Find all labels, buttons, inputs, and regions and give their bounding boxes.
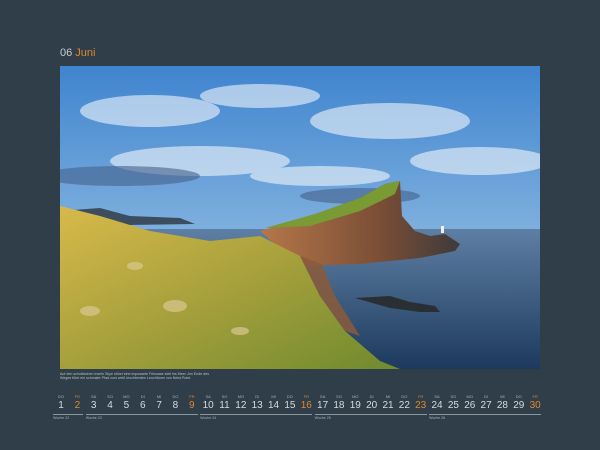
calendar-day: DI 6 — [135, 394, 151, 412]
calendar-day: SO 4 — [102, 394, 118, 412]
calendar-day: MO 19 — [347, 394, 363, 412]
calendar-day: MO 12 — [233, 394, 249, 412]
day-number: 13 — [251, 400, 263, 411]
day-number: 4 — [107, 400, 113, 411]
calendar-day: SO 25 — [445, 394, 461, 412]
week-divider — [200, 414, 313, 415]
day-number: 5 — [123, 400, 130, 411]
week-divider — [85, 414, 198, 415]
day-number: 1 — [58, 400, 64, 411]
day-number: 15 — [284, 400, 296, 411]
calendar-day: SO 11 — [217, 394, 233, 412]
photo-caption: Auf den schottischen Inseln Skye stürzt … — [60, 372, 210, 381]
calendar-day: FR 9 — [184, 394, 200, 412]
week-label: Woche 26 — [429, 416, 446, 420]
calendar-day: DI 27 — [478, 394, 494, 412]
week-label: Woche 22 — [53, 416, 70, 420]
week-divider — [429, 414, 542, 415]
day-number: 11 — [219, 400, 230, 411]
calendar-day: SA 24 — [429, 394, 445, 412]
page-header: 06 Juni — [60, 47, 95, 59]
month-name: Juni — [75, 47, 96, 59]
calendar-day: MI 28 — [494, 394, 510, 412]
day-number: 18 — [333, 400, 345, 411]
month-number: 06 — [60, 47, 73, 59]
calendar-day: MI 21 — [380, 394, 396, 412]
calendar-day: DO 1 — [53, 394, 69, 412]
day-number: 25 — [447, 400, 459, 411]
calendar-day: MO 26 — [462, 394, 478, 412]
calendar-day: MI 7 — [151, 394, 167, 412]
week-divider — [53, 414, 84, 415]
calendar-day: DO 29 — [511, 394, 527, 412]
calendar-day: DI 13 — [249, 394, 265, 412]
day-number: 23 — [415, 400, 427, 411]
day-number: 19 — [349, 400, 361, 411]
day-number: 20 — [366, 400, 378, 411]
day-number: 26 — [464, 400, 476, 411]
calendar-day: FR 2 — [69, 394, 85, 412]
day-number: 10 — [202, 400, 214, 411]
day-number: 24 — [431, 400, 443, 411]
calendar-day: DI 20 — [364, 394, 380, 412]
day-number: 14 — [267, 400, 280, 411]
day-number: 2 — [74, 400, 81, 411]
day-number: 8 — [172, 400, 179, 411]
week-divider — [314, 414, 427, 415]
day-number: 28 — [496, 400, 508, 411]
calendar-day: DO 22 — [396, 394, 412, 412]
calendar-day: SA 10 — [200, 394, 216, 412]
day-number: 12 — [235, 400, 247, 411]
week-label: Woche 25 — [314, 416, 331, 420]
day-number: 29 — [513, 400, 525, 411]
month-calendar: DO 1 FR 2 SA 3 SO 4 MO 5 DI 6 MI 7 DO 8 FR 9 SA 10 SO 11 MO 12 D… — [53, 394, 543, 428]
day-number: 27 — [480, 400, 492, 411]
day-number: 7 — [156, 400, 162, 411]
calendar-day: MI 14 — [266, 394, 282, 412]
calendar-day: SO 18 — [331, 394, 347, 412]
day-number: 16 — [300, 400, 312, 411]
week-label: Woche 24 — [200, 416, 217, 420]
lighthouse — [441, 226, 444, 233]
day-number: 6 — [139, 400, 146, 411]
calendar-day: FR 23 — [413, 394, 429, 412]
day-number: 17 — [317, 400, 329, 411]
calendar-day: MO 5 — [118, 394, 134, 412]
day-number: 3 — [90, 400, 97, 411]
calendar-day: DO 8 — [167, 394, 183, 412]
day-number: 30 — [529, 400, 541, 411]
day-number: 22 — [398, 400, 410, 411]
calendar-day: FR 16 — [298, 394, 314, 412]
landscape-photo — [60, 66, 540, 369]
week-label: Woche 23 — [85, 416, 102, 420]
calendar-day: FR 30 — [527, 394, 543, 412]
photo-illustration — [60, 66, 540, 369]
calendar-day: SA 17 — [315, 394, 331, 412]
day-number: 9 — [189, 400, 195, 411]
calendar-day: DO 15 — [282, 394, 298, 412]
day-number: 21 — [382, 400, 394, 411]
calendar-day: SA 3 — [86, 394, 102, 412]
